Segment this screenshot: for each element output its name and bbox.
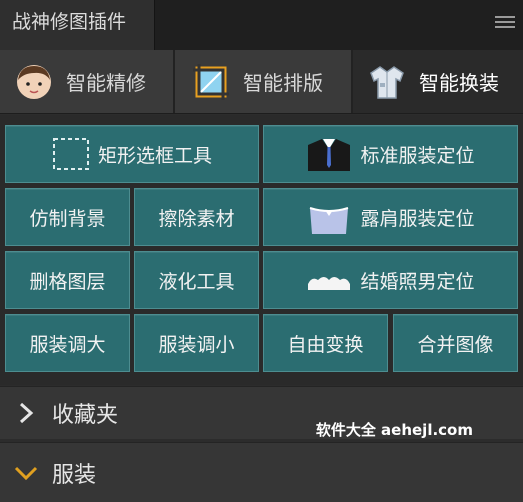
panel-tab[interactable]: 战神修图插件: [0, 0, 155, 50]
tab-smart-retouch[interactable]: 智能精修: [0, 50, 173, 113]
button-label: 自由变换: [287, 333, 364, 356]
button-label: 标准服装定位: [360, 144, 475, 167]
panel-menu-icon[interactable]: [495, 16, 515, 30]
button-label: 服装调大: [29, 333, 106, 356]
tab-smart-layout[interactable]: 智能排版: [175, 50, 351, 113]
chevron-down-icon: [0, 465, 52, 481]
button-label: 擦除素材: [158, 207, 235, 230]
button-label: 删格图层: [29, 270, 106, 293]
tab-smart-outfit[interactable]: 智能换装: [353, 50, 523, 113]
liquify-tool-button[interactable]: 液化工具: [134, 251, 259, 309]
button-label: 露肩服装定位: [360, 207, 475, 230]
clothing-section-header[interactable]: 服装: [0, 442, 523, 502]
favorites-label: 收藏夹: [52, 403, 119, 428]
shrink-clothing-button[interactable]: 服装调小: [134, 314, 259, 372]
clothing-label: 服装: [52, 462, 97, 488]
button-label: 服装调小: [158, 333, 235, 356]
avatar-icon: [14, 62, 54, 102]
rect-marquee-tool-button[interactable]: 矩形选框工具: [5, 125, 259, 183]
button-label: 合并图像: [417, 333, 494, 356]
button-label: 结婚照男定位: [360, 270, 475, 293]
tab-label: 智能排版: [243, 71, 323, 95]
erase-material-button[interactable]: 擦除素材: [134, 188, 259, 246]
suit-icon: [306, 137, 352, 171]
marquee-icon: [52, 137, 90, 171]
panel-header: 战神修图插件: [0, 0, 523, 50]
free-transform-button[interactable]: 自由变换: [263, 314, 388, 372]
enlarge-clothing-button[interactable]: 服装调大: [5, 314, 130, 372]
copy-background-button[interactable]: 仿制背景: [5, 188, 130, 246]
off-shoulder-clothing-position-button[interactable]: 露肩服装定位: [263, 188, 518, 246]
merge-image-button[interactable]: 合并图像: [393, 314, 518, 372]
panel-tab-title: 战神修图插件: [12, 11, 127, 33]
tool-button-grid: 矩形选框工具 标准服装定位 仿制背景 擦除素材 露肩服装定位 删格图层 液化工具…: [0, 115, 523, 385]
button-label: 矩形选框工具: [97, 144, 212, 167]
delete-layer-button[interactable]: 删格图层: [5, 251, 130, 309]
wedding-male-position-button[interactable]: 结婚照男定位: [263, 251, 518, 309]
shirt-icon: [367, 62, 407, 102]
white-collar-icon: [306, 270, 352, 290]
crop-icon: [191, 62, 231, 102]
watermark: 软件大全 aehejl.com: [315, 421, 473, 439]
button-label: 液化工具: [158, 270, 235, 293]
standard-clothing-position-button[interactable]: 标准服装定位: [263, 125, 518, 183]
off-shoulder-dress-icon: [306, 200, 352, 234]
mode-tab-bar: 智能精修 智能排版 智能换装: [0, 50, 523, 114]
button-label: 仿制背景: [29, 207, 106, 230]
tab-label: 智能精修: [66, 71, 146, 95]
chevron-right-icon: [0, 402, 52, 424]
tab-label: 智能换装: [419, 71, 499, 95]
